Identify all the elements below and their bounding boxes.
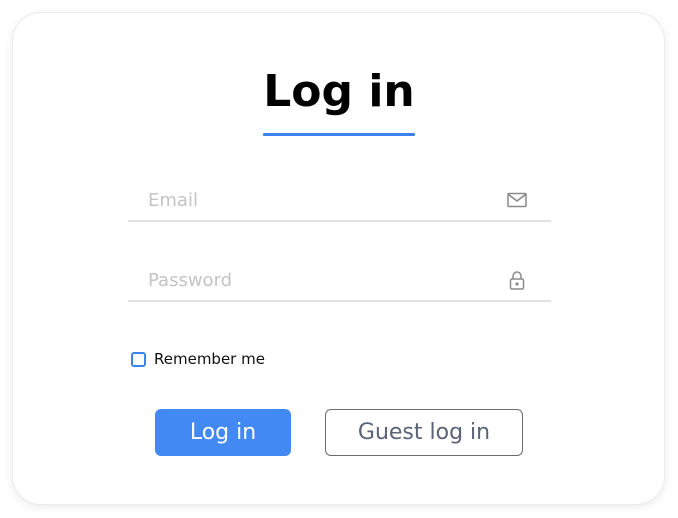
title-underline (263, 133, 415, 136)
lock-icon (509, 271, 525, 290)
password-field[interactable] (148, 260, 498, 300)
remember-me-checkbox[interactable] (131, 351, 146, 367)
page-title: Log in (263, 66, 415, 117)
login-button[interactable]: Log in (155, 409, 291, 456)
remember-me-row: Remember me (131, 349, 265, 369)
guest-login-button[interactable]: Guest log in (325, 409, 523, 456)
email-field-container (128, 180, 551, 222)
email-field[interactable] (148, 180, 498, 220)
mail-icon (507, 192, 527, 208)
password-field-container (128, 260, 551, 302)
remember-me-label: Remember me (154, 350, 265, 368)
